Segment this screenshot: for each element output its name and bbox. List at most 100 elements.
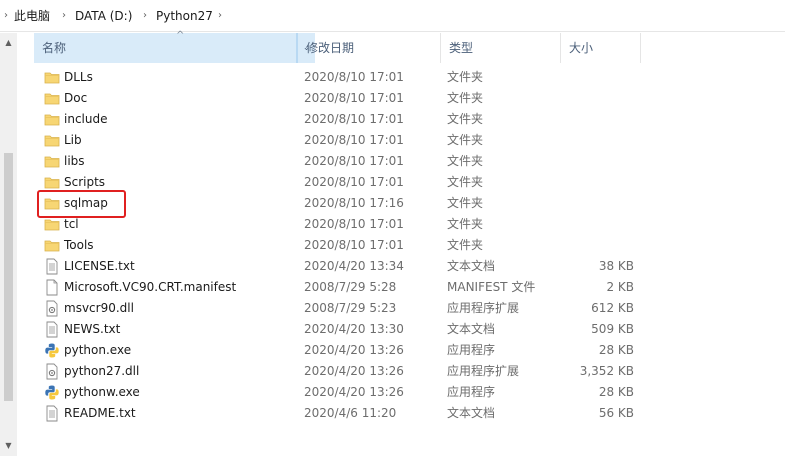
file-type: 文本文档: [447, 259, 496, 273]
text-file-icon: [44, 321, 60, 338]
file-row[interactable]: python27.dll 2020/4/20 13:26 应用程序扩展 3,352 K…: [17, 361, 785, 382]
file-modified-date: 2020/8/10 17:01: [304, 133, 404, 147]
file-name: README.txt: [64, 406, 136, 420]
file-type: 文本文档: [447, 322, 496, 336]
folder-icon: [44, 216, 60, 233]
file-name: sqlmap: [64, 196, 108, 210]
file-type: 文件夹: [447, 175, 484, 189]
file-type: 应用程序扩展: [447, 301, 520, 315]
text-file-icon: [44, 258, 60, 275]
column-header: ^ 名称 ⌄ 修改日期 类型 大小: [17, 30, 785, 63]
file-row[interactable]: msvcr90.dll 2008/7/29 5:23 应用程序扩展 612 KB: [17, 298, 785, 319]
dll-file-icon: [44, 363, 60, 380]
file-row[interactable]: Lib 2020/8/10 17:01 文件夹: [17, 130, 785, 151]
file-size: 612 KB: [591, 301, 634, 315]
file-type: 文件夹: [447, 238, 484, 252]
file-name: python.exe: [64, 343, 132, 357]
file-row[interactable]: Tools 2020/8/10 17:01 文件夹: [17, 235, 785, 256]
file-type: 文件夹: [447, 154, 484, 168]
file-modified-date: 2020/8/10 17:01: [304, 154, 404, 168]
file-type: 文件夹: [447, 196, 484, 210]
file-type: MANIFEST 文件: [447, 280, 536, 294]
scroll-up-icon[interactable]: ▲: [0, 35, 17, 51]
text-file-icon: [44, 405, 60, 422]
folder-icon: [44, 153, 60, 170]
file-row[interactable]: DLLs 2020/8/10 17:01 文件夹: [17, 67, 785, 88]
file-row[interactable]: pythonw.exe 2020/4/20 13:26 应用程序 28 KB: [17, 382, 785, 403]
file-modified-date: 2020/8/10 17:01: [304, 70, 404, 84]
blank-file-icon: [44, 279, 60, 296]
scrollbar-thumb[interactable]: [4, 153, 13, 401]
scroll-down-icon[interactable]: ▼: [0, 438, 17, 454]
file-name: Microsoft.VC90.CRT.manifest: [64, 280, 237, 294]
breadcrumb-separator-icon[interactable]: ›: [218, 8, 222, 24]
file-type: 文件夹: [447, 133, 484, 147]
file-modified-date: 2020/8/10 17:01: [304, 91, 404, 105]
file-row[interactable]: libs 2020/8/10 17:01 文件夹: [17, 151, 785, 172]
file-type: 文件夹: [447, 91, 484, 105]
file-modified-date: 2020/4/20 13:26: [304, 343, 404, 357]
file-name: pythonw.exe: [64, 385, 140, 399]
file-type: 文本文档: [447, 406, 496, 420]
folder-icon: [44, 69, 60, 86]
file-row[interactable]: python.exe 2020/4/20 13:26 应用程序 28 KB: [17, 340, 785, 361]
breadcrumb-separator-icon[interactable]: ›: [143, 8, 147, 24]
file-type: 文件夹: [447, 217, 484, 231]
sort-ascending-icon: ^: [176, 30, 185, 41]
file-name: tcl: [64, 217, 79, 231]
folder-icon: [44, 195, 60, 212]
file-name: libs: [64, 154, 85, 168]
file-modified-date: 2020/8/10 17:01: [304, 175, 404, 189]
file-name: Scripts: [64, 175, 106, 189]
file-modified-date: 2008/7/29 5:28: [304, 280, 397, 294]
file-row[interactable]: LICENSE.txt 2020/4/20 13:34 文本文档 38 KB: [17, 256, 785, 277]
file-modified-date: 2020/4/20 13:26: [304, 364, 404, 378]
file-name: include: [64, 112, 108, 126]
breadcrumb-item-this-pc[interactable]: 此电脑: [14, 8, 50, 24]
file-size: 28 KB: [598, 385, 634, 399]
column-header-date-label: 修改日期: [306, 41, 355, 55]
file-size: 509 KB: [591, 322, 634, 336]
file-row[interactable]: tcl 2020/8/10 17:01 文件夹: [17, 214, 785, 235]
file-name: Lib: [64, 133, 82, 147]
file-size: 56 KB: [598, 406, 634, 420]
file-row[interactable]: sqlmap 2020/8/10 17:16 文件夹: [17, 193, 785, 214]
address-bar[interactable]: › 此电脑 › DATA (D:) › Python27 ›: [0, 0, 785, 32]
breadcrumb-separator-icon[interactable]: ›: [62, 8, 66, 24]
column-header-type[interactable]: 类型: [441, 33, 561, 63]
column-header-name[interactable]: ^ 名称: [34, 30, 297, 63]
column-header-size[interactable]: 大小: [561, 33, 641, 63]
file-modified-date: 2008/7/29 5:23: [304, 301, 397, 315]
file-row[interactable]: README.txt 2020/4/6 11:20 文本文档 56 KB: [17, 403, 785, 424]
file-name: LICENSE.txt: [64, 259, 135, 273]
file-type: 文件夹: [447, 70, 484, 84]
file-modified-date: 2020/8/10 17:01: [304, 217, 404, 231]
breadcrumb-root-chevron-icon[interactable]: ›: [4, 8, 8, 24]
dll-file-icon: [44, 300, 60, 317]
folder-icon: [44, 174, 60, 191]
file-name: python27.dll: [64, 364, 140, 378]
file-type: 应用程序: [447, 343, 496, 357]
file-size: 38 KB: [598, 259, 634, 273]
file-name: Tools: [64, 238, 94, 252]
file-row[interactable]: NEWS.txt 2020/4/20 13:30 文本文档 509 KB: [17, 319, 785, 340]
file-row[interactable]: Microsoft.VC90.CRT.manifest 2008/7/29 5:2…: [17, 277, 785, 298]
column-header-date[interactable]: 修改日期: [298, 33, 441, 63]
file-modified-date: 2020/8/10 17:16: [304, 196, 404, 210]
file-name: NEWS.txt: [64, 322, 121, 336]
file-name: msvcr90.dll: [64, 301, 134, 315]
file-row[interactable]: Scripts 2020/8/10 17:01 文件夹: [17, 172, 785, 193]
file-row[interactable]: Doc 2020/8/10 17:01 文件夹: [17, 88, 785, 109]
file-name: DLLs: [64, 70, 93, 84]
breadcrumb-item-python27[interactable]: Python27: [156, 8, 213, 24]
vertical-scrollbar[interactable]: ▲ ▼: [0, 33, 17, 456]
column-header-size-label: 大小: [569, 41, 594, 55]
file-type: 应用程序: [447, 385, 496, 399]
folder-icon: [44, 132, 60, 149]
file-modified-date: 2020/8/10 17:01: [304, 112, 404, 126]
file-size: 2 KB: [606, 280, 634, 294]
column-header-type-label: 类型: [449, 41, 474, 55]
file-row[interactable]: include 2020/8/10 17:01 文件夹: [17, 109, 785, 130]
file-name: Doc: [64, 91, 88, 105]
breadcrumb-item-data-drive[interactable]: DATA (D:): [75, 8, 132, 24]
